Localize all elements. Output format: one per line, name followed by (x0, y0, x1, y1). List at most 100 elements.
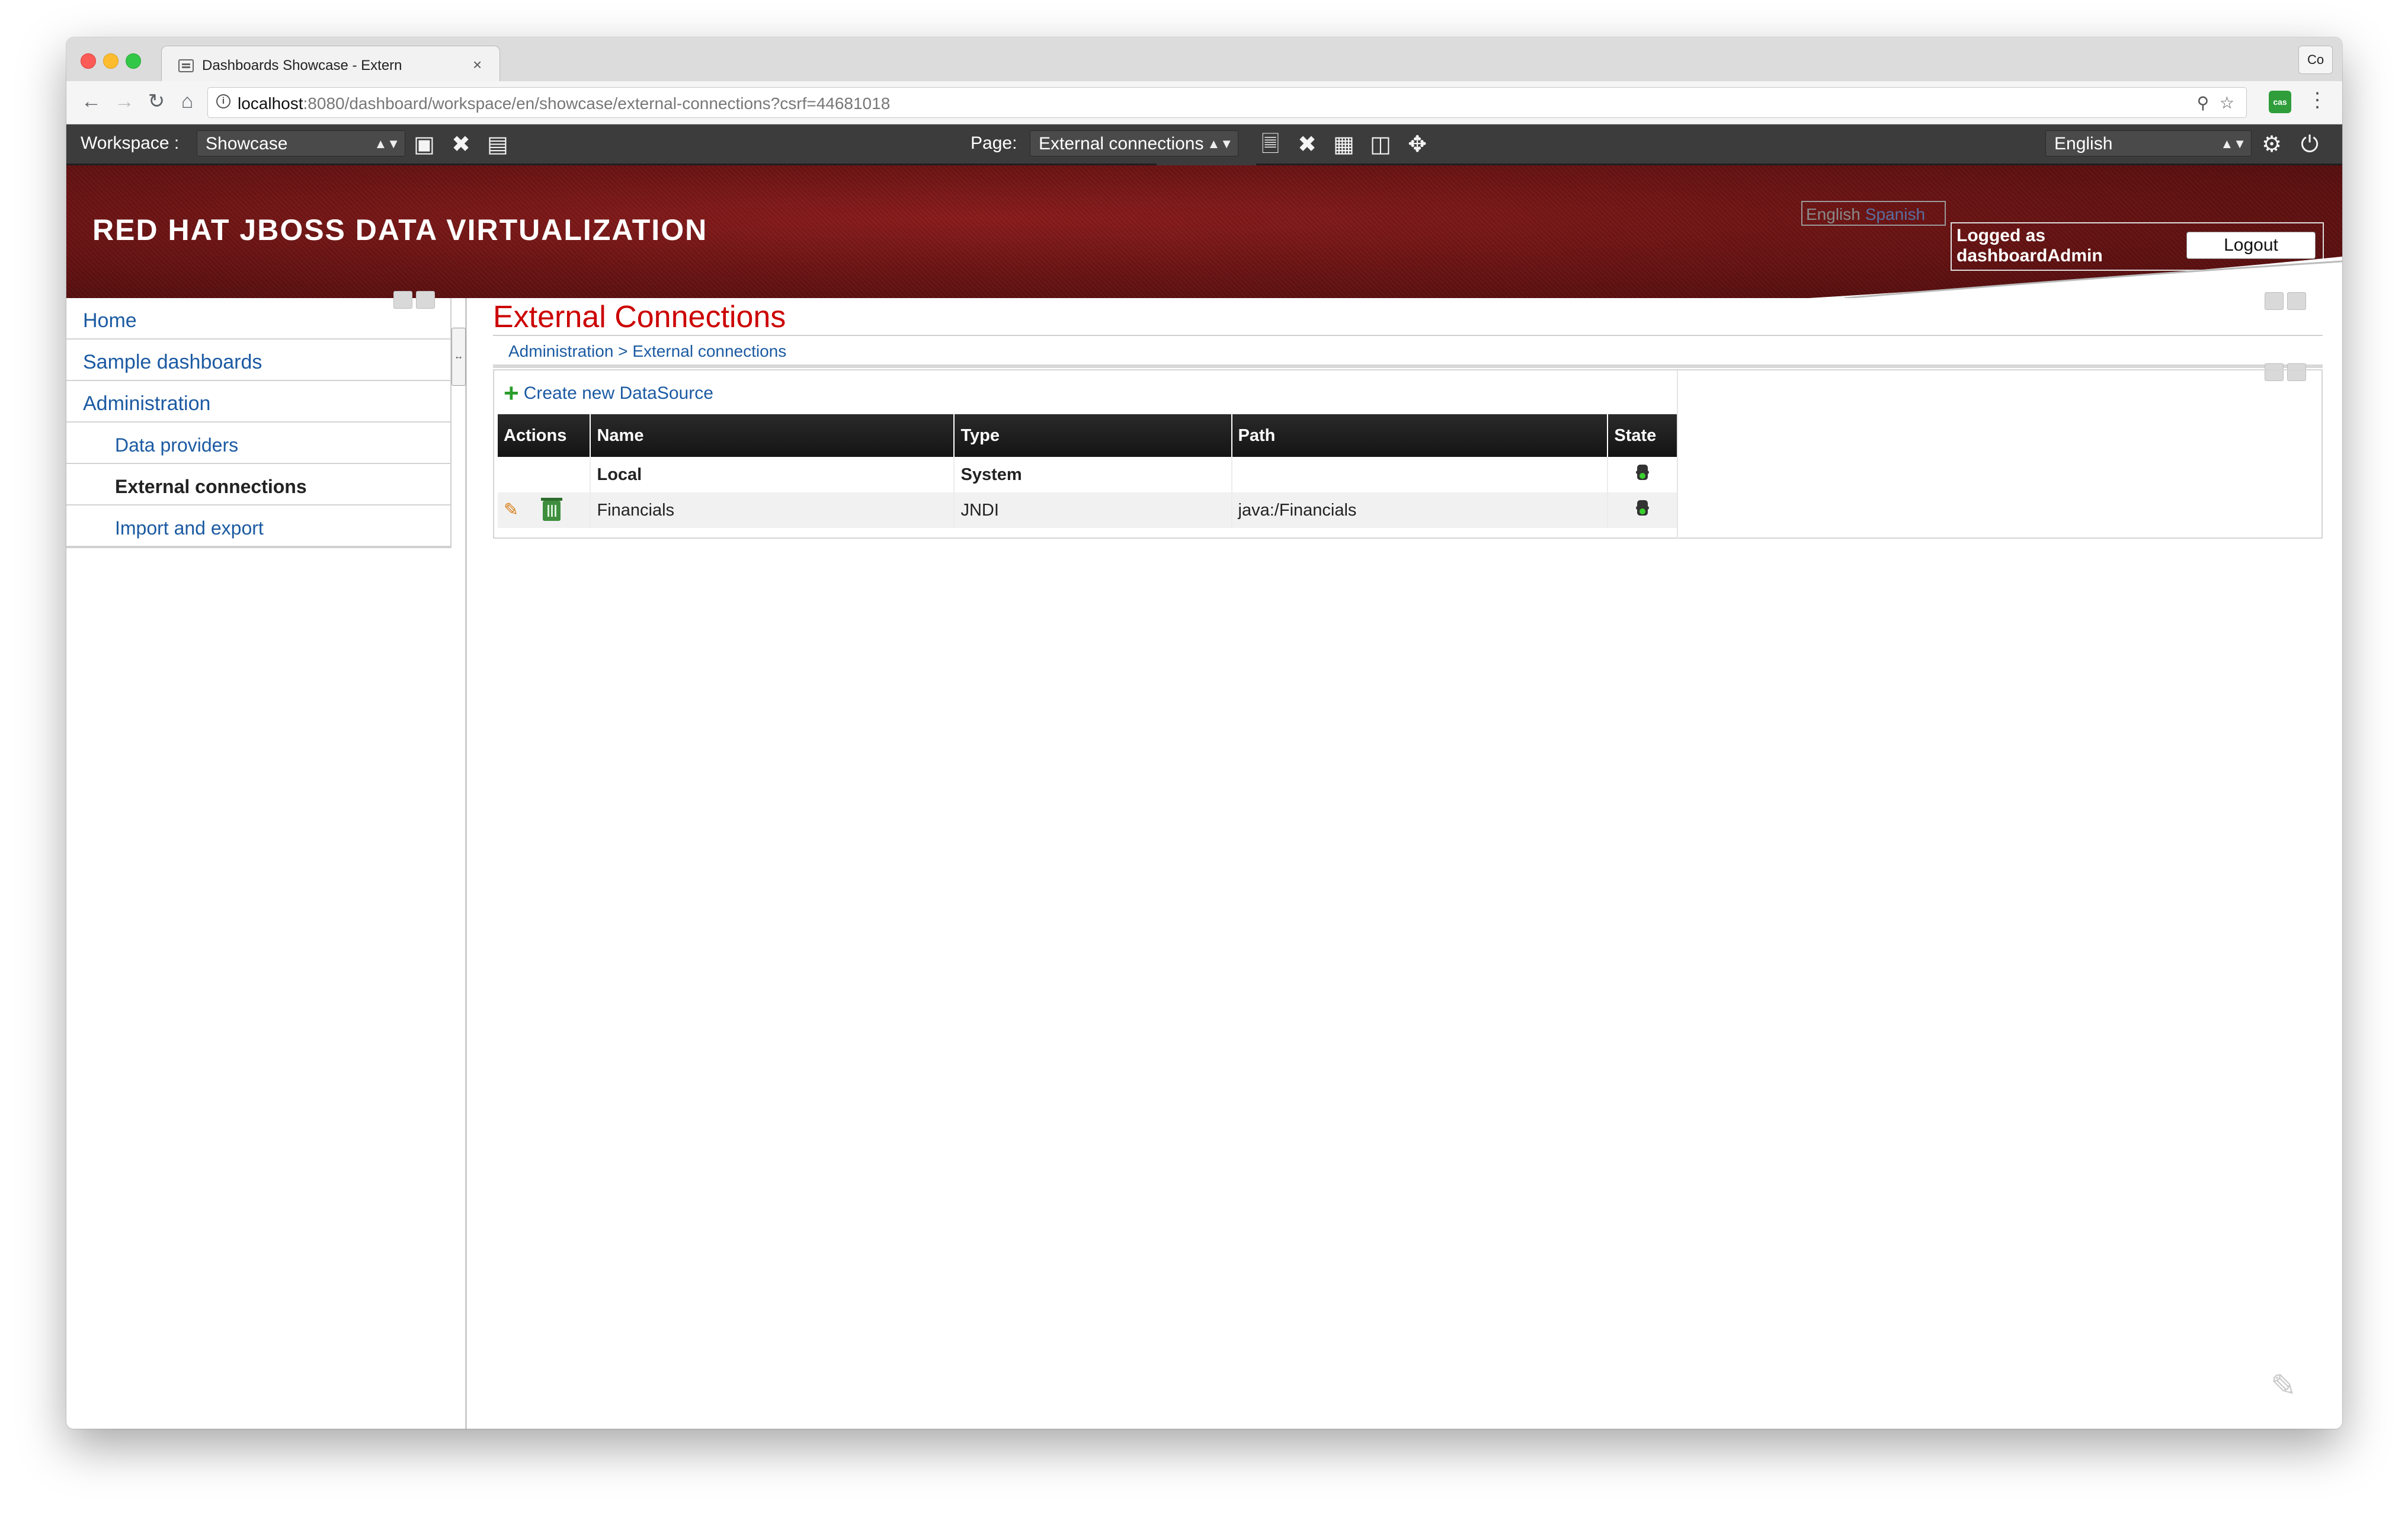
home-icon[interactable]: ⌂ (175, 89, 199, 113)
browser-toolbar: ← → ↻ ⌂ i localhost:8080/dashboard/works… (66, 81, 2342, 124)
page-select[interactable]: External connections ▲▼ (1030, 130, 1238, 156)
sidebar-item-sample-dashboards[interactable]: Sample dashboards (66, 340, 450, 381)
nav-menu: Home Sample dashboards Administration Da… (66, 298, 451, 548)
browser-tab[interactable]: Dashboards Showcase - Extern × (161, 46, 500, 82)
tab-close-icon[interactable]: × (473, 56, 482, 74)
table-row: Local System (498, 457, 1677, 492)
select-arrow-icon: ▲▼ (1207, 136, 1233, 151)
status-light-icon (1632, 499, 1653, 517)
page-tools-icon[interactable]: ✖ (1294, 132, 1320, 158)
plus-icon: + (504, 379, 519, 408)
header-banner: RED HAT JBOSS DATA VIRTUALIZATION Englis… (66, 165, 2342, 298)
breadcrumb-divider (493, 364, 2323, 368)
row-path (1231, 457, 1609, 492)
workspace-label: Workspace : (81, 133, 180, 153)
row-actions (498, 457, 591, 492)
sidebar-item-data-providers[interactable]: Data providers (66, 423, 450, 464)
page-label: Page: (971, 133, 1017, 153)
tab-title: Dashboards Showcase - Extern (202, 57, 402, 73)
copy-page-icon[interactable]: ◫ (1368, 132, 1394, 158)
col-header-path[interactable]: Path (1231, 414, 1609, 457)
create-datasource-label: Create new DataSource (523, 383, 713, 403)
panel-settings-icon[interactable] (2287, 292, 2306, 310)
url-host: localhost (238, 94, 303, 113)
col-header-state[interactable]: State (1608, 414, 1677, 457)
gear-icon[interactable]: ⚙ (2259, 132, 2285, 158)
status-light-icon (1632, 463, 1653, 481)
delete-page-icon[interactable]: ▦ (1331, 132, 1357, 158)
reload-icon[interactable]: ↻ (145, 89, 168, 113)
back-arrow-icon[interactable]: ← (79, 89, 103, 113)
workspace-tools-icon[interactable]: ✖ (448, 132, 474, 158)
col-header-name[interactable]: Name (590, 414, 955, 457)
workspace-select[interactable]: Showcase ▲▼ (197, 130, 405, 156)
connections-table: Actions Name Type Path State Local Syste… (498, 414, 1677, 528)
edit-mode-icon[interactable]: ✎ (2271, 1368, 2304, 1403)
move-panel-icon[interactable] (2265, 292, 2284, 310)
sidebar-item-home[interactable]: Home (66, 298, 450, 340)
create-datasource-link[interactable]: + Create new DataSource (504, 379, 713, 408)
extension-icon[interactable]: cas (2269, 91, 2291, 113)
new-page-icon[interactable]: 🗏 (1257, 132, 1283, 158)
bookmark-star-icon[interactable]: ☆ (2220, 94, 2234, 112)
select-arrow-icon: ▲▼ (374, 136, 400, 151)
zoom-window-button[interactable] (126, 53, 141, 69)
language-select-value: English (2054, 134, 2113, 153)
address-bar-actions: ⚲ ☆ (2197, 93, 2234, 113)
breadcrumb[interactable]: Administration > External connections (508, 342, 786, 361)
site-info-icon[interactable]: i (216, 94, 230, 108)
close-window-button[interactable] (81, 53, 96, 69)
address-bar[interactable]: i localhost:8080/dashboard/workspace/en/… (207, 87, 2247, 118)
row-name: Financials (590, 492, 955, 528)
row-type: JNDI (954, 492, 1232, 528)
logout-button[interactable]: Logout (2186, 232, 2316, 259)
edit-pencil-icon[interactable]: ✎ (504, 500, 524, 520)
connections-panel: + Create new DataSource Actions Name Type… (493, 369, 2323, 539)
sidebar-item-import-export[interactable]: Import and export (66, 505, 450, 547)
plugin-icon[interactable]: ✥ (1404, 132, 1430, 158)
language-switcher: English Spanish (1801, 201, 1946, 226)
left-navigation: Home Sample dashboards Administration Da… (66, 291, 467, 1429)
col-header-actions: Actions (498, 414, 591, 457)
minimize-window-button[interactable] (103, 53, 119, 69)
workspace-properties-icon[interactable]: ▣ (411, 132, 437, 158)
banner-swoosh (1809, 257, 2342, 298)
browser-menu-icon[interactable]: ⋮ (2307, 88, 2327, 112)
logged-as-text: Logged as (1956, 226, 2046, 245)
tab-strip: Dashboards Showcase - Extern × Co (66, 37, 2342, 82)
profile-button[interactable]: Co (2298, 46, 2333, 74)
workspace-clipboard-icon[interactable]: ▤ (485, 132, 511, 158)
connections-list: + Create new DataSource Actions Name Type… (494, 370, 1678, 539)
language-select[interactable]: English ▲▼ (2045, 130, 2252, 156)
page-select-value: External connections (1039, 134, 1204, 153)
browser-window: Dashboards Showcase - Extern × Co ← → ↻ … (66, 37, 2342, 1429)
tab-favicon-icon (178, 59, 194, 72)
panel-splitter-handle[interactable]: ↔ (451, 328, 466, 386)
workspace-toolbar: Workspace : Showcase ▲▼ ▣ ✖ ▤ Page: Exte… (66, 124, 2342, 165)
product-logo: RED HAT JBOSS DATA VIRTUALIZATION (92, 213, 708, 247)
row-name: Local (590, 457, 955, 492)
table-header-row: Actions Name Type Path State (498, 414, 1677, 457)
workspace-select-value: Showcase (206, 134, 288, 153)
panel-controls[interactable] (2265, 292, 2330, 311)
sidebar-item-administration[interactable]: Administration (66, 381, 450, 423)
title-divider (493, 335, 2323, 336)
row-path: java:/Financials (1231, 492, 1609, 528)
zoom-icon[interactable]: ⚲ (2197, 94, 2210, 112)
page-title: External Connections (493, 300, 786, 334)
forward-arrow-icon[interactable]: → (113, 89, 136, 113)
sidebar-item-external-connections[interactable]: External connections (66, 464, 450, 505)
lang-spanish-link[interactable]: Spanish (1865, 205, 1925, 223)
row-state (1608, 492, 1677, 528)
url-path: :8080/dashboard/workspace/en/showcase/ex… (303, 94, 891, 113)
url-text: localhost:8080/dashboard/workspace/en/sh… (238, 94, 890, 113)
row-actions: ✎ (498, 492, 591, 528)
power-icon[interactable]: ⏻ (2297, 132, 2323, 158)
col-header-type[interactable]: Type (954, 414, 1232, 457)
table-row: ✎ Financials JNDI java:/Financials (498, 492, 1677, 528)
row-state (1608, 457, 1677, 492)
select-arrow-icon: ▲▼ (2220, 136, 2246, 151)
lang-english-link[interactable]: English (1806, 205, 1861, 223)
row-type: System (954, 457, 1232, 492)
delete-trash-icon[interactable] (541, 498, 563, 521)
